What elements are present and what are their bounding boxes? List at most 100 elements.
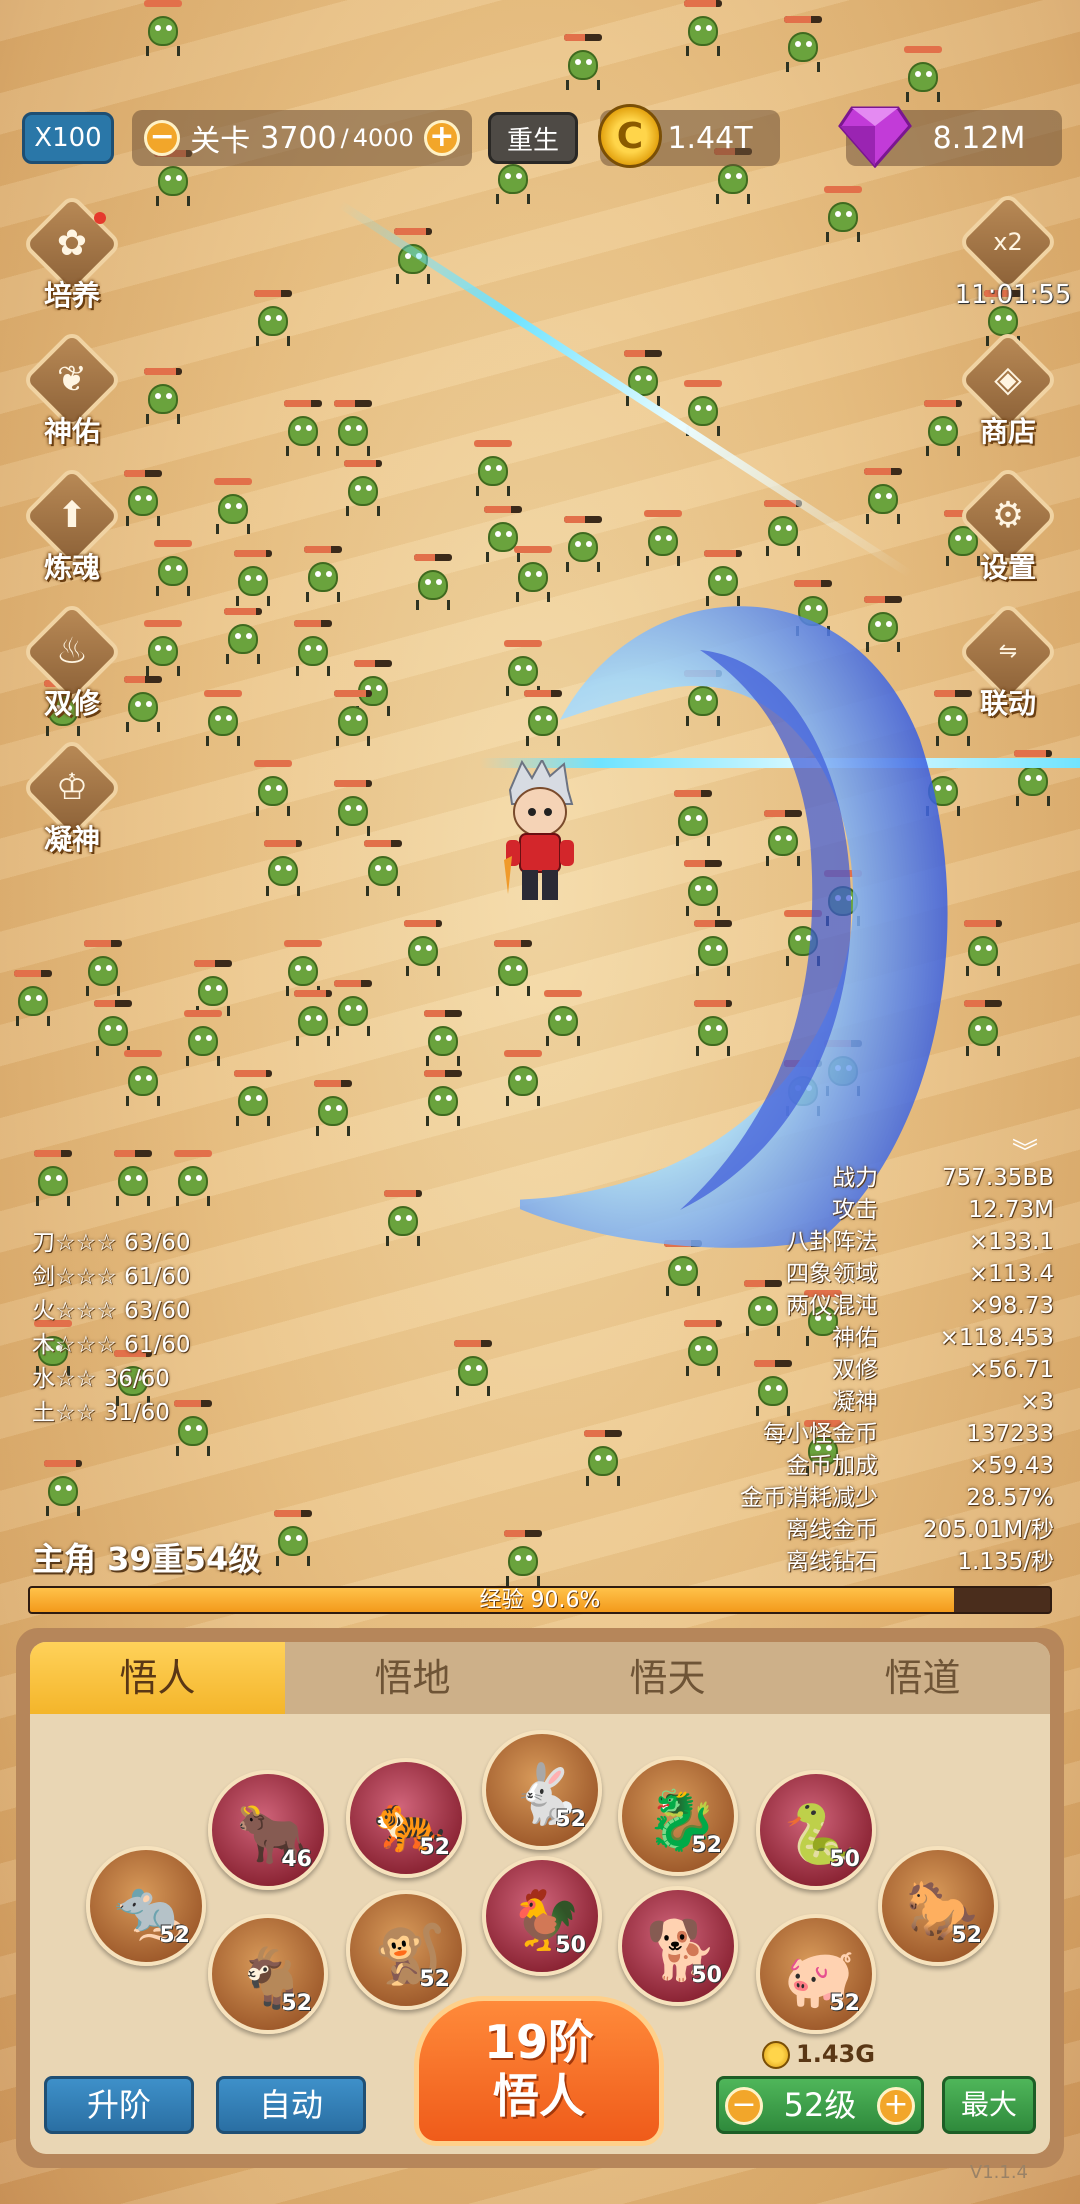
- level-decrease-button[interactable]: −: [725, 2087, 763, 2125]
- monster-body: [508, 656, 538, 686]
- soul-refine-button[interactable]: ⬆ 炼魂: [21, 465, 123, 604]
- monster-legs: [126, 1096, 160, 1106]
- monster-hp-bar: [274, 1510, 312, 1517]
- stage-next-button[interactable]: +: [423, 120, 460, 156]
- monster-hp-bar: [384, 1190, 422, 1197]
- zodiac-dog-button[interactable]: 🐕 50: [618, 1886, 738, 2006]
- zodiac-pig-button[interactable]: 🐖 52: [756, 1914, 876, 2034]
- upgrade-rank-button[interactable]: 升阶: [44, 2076, 194, 2134]
- stat-value: ×133.1: [968, 1229, 1054, 1255]
- monster-hp-bar: [454, 1340, 492, 1347]
- dual-cultivation-button[interactable]: ♨ 双修: [21, 601, 123, 740]
- zodiac-monkey-button[interactable]: 🐒 52: [346, 1890, 466, 2010]
- monster-legs: [256, 806, 290, 816]
- zodiac-level: 52: [419, 1967, 450, 1992]
- shop-button[interactable]: ◈ 商店: [957, 329, 1059, 468]
- element-name: 剑☆☆☆: [32, 1264, 117, 1290]
- zodiac-horse-button[interactable]: 🐎 52: [878, 1846, 998, 1966]
- monster-body: [288, 416, 318, 446]
- element-name: 土☆☆: [32, 1400, 97, 1426]
- blessing-button[interactable]: ❦ 神佑: [21, 329, 123, 468]
- monster: [500, 1050, 546, 1106]
- top-bar: X100 − 关卡 3700 / 4000 + 重生 1.44T C 8.12M: [0, 104, 1080, 168]
- monster: [110, 1150, 156, 1206]
- monster-legs: [276, 1556, 310, 1566]
- stat-value: 205.01M/秒: [922, 1517, 1054, 1543]
- monster-body: [238, 566, 268, 596]
- settings-label: 设置: [979, 551, 1036, 584]
- tab-wu-dao[interactable]: 悟道: [795, 1642, 1050, 1714]
- auto-button[interactable]: 自动: [216, 2076, 366, 2134]
- monster-hp-bar: [494, 940, 532, 947]
- monster-hp-bar: [424, 1010, 462, 1017]
- zodiac-rat-button[interactable]: 🐀 52: [86, 1846, 206, 1966]
- monster: [760, 810, 806, 866]
- hero-character[interactable]: [502, 760, 578, 910]
- stat-label: 双修: [832, 1357, 878, 1383]
- stats-panel: 战力 757.35BB 攻击 12.73M 八卦阵法 ×133.1 四象领域 ×113.4 两仪…: [614, 1162, 1054, 1578]
- zodiac-snake-button[interactable]: 🐍 50: [756, 1770, 876, 1890]
- monster: [300, 546, 346, 602]
- stat-label: 离线钻石: [786, 1549, 878, 1575]
- monster-body: [128, 1066, 158, 1096]
- zodiac-goat-button[interactable]: 🐐 52: [208, 1914, 328, 2034]
- zodiac-rabbit-button[interactable]: 🐇 52: [482, 1730, 602, 1850]
- monster: [120, 676, 166, 732]
- monster: [360, 840, 406, 896]
- rebirth-button[interactable]: 重生: [488, 112, 578, 164]
- stat-value: 137233: [966, 1421, 1054, 1447]
- tab-wu-tian[interactable]: 悟天: [540, 1642, 795, 1714]
- zodiac-dragon-button[interactable]: 🐉 52: [618, 1756, 738, 1876]
- stage-prev-button[interactable]: −: [144, 120, 181, 156]
- monster: [560, 516, 606, 572]
- notification-dot: [94, 212, 106, 224]
- monster-hp-bar: [254, 760, 292, 767]
- level-increase-button[interactable]: +: [877, 2087, 915, 2125]
- monster-body: [908, 62, 938, 92]
- zodiac-level: 52: [555, 1807, 586, 1832]
- monster: [280, 400, 326, 456]
- speed-multiplier-button[interactable]: X100: [22, 112, 114, 164]
- max-button[interactable]: 最大: [942, 2076, 1036, 2134]
- settings-button[interactable]: ⚙ 设置: [957, 465, 1059, 604]
- monster-legs: [146, 46, 180, 56]
- monster-body: [388, 1206, 418, 1236]
- monster-legs: [786, 62, 820, 72]
- monster-legs: [716, 194, 750, 204]
- monster-body: [148, 636, 178, 666]
- element-name: 水☆☆: [32, 1366, 97, 1392]
- monster: [470, 440, 516, 496]
- blessing-label: 神佑: [43, 415, 100, 448]
- monster-body: [528, 706, 558, 736]
- monster-body: [158, 556, 188, 586]
- linkage-button[interactable]: ⇋ 联动: [957, 601, 1059, 740]
- rank-button[interactable]: 19阶 悟人: [414, 1996, 664, 2146]
- tab-wu-ren[interactable]: 悟人: [30, 1642, 285, 1714]
- monster-legs: [826, 1086, 860, 1096]
- monster-hp-bar: [424, 1070, 462, 1077]
- monster: [10, 970, 56, 1026]
- monster-legs: [156, 196, 190, 206]
- zodiac-tiger-button[interactable]: 🐅 52: [346, 1758, 466, 1878]
- stat-value: 757.35BB: [941, 1165, 1054, 1191]
- stat-value: 12.73M: [968, 1197, 1054, 1223]
- monster-hp-bar: [304, 546, 342, 553]
- gem-shop-icon: ◈: [994, 359, 1022, 400]
- double-reward-button[interactable]: x2: [957, 191, 1059, 330]
- monster-hp-bar: [504, 1530, 542, 1537]
- zodiac-ox-button[interactable]: 🐂 46: [208, 1770, 328, 1890]
- cultivate-button[interactable]: ✿ 培养: [21, 193, 123, 332]
- monster-hp-bar: [684, 380, 722, 387]
- monster-hp-bar: [704, 550, 742, 557]
- zodiac-level: 50: [691, 1963, 722, 1988]
- version-label: V1.1.4: [969, 2162, 1028, 2183]
- monster: [150, 540, 196, 596]
- monster-hp-bar: [864, 596, 902, 603]
- zodiac-rooster-button[interactable]: 🐓 50: [482, 1856, 602, 1976]
- focus-spirit-button[interactable]: ♔ 凝神: [21, 737, 123, 876]
- monster-body: [508, 1546, 538, 1576]
- monster-hp-bar: [144, 368, 182, 375]
- element-name: 刀☆☆☆: [32, 1230, 117, 1256]
- tab-wu-di[interactable]: 悟地: [285, 1642, 540, 1714]
- monster-legs: [826, 916, 860, 926]
